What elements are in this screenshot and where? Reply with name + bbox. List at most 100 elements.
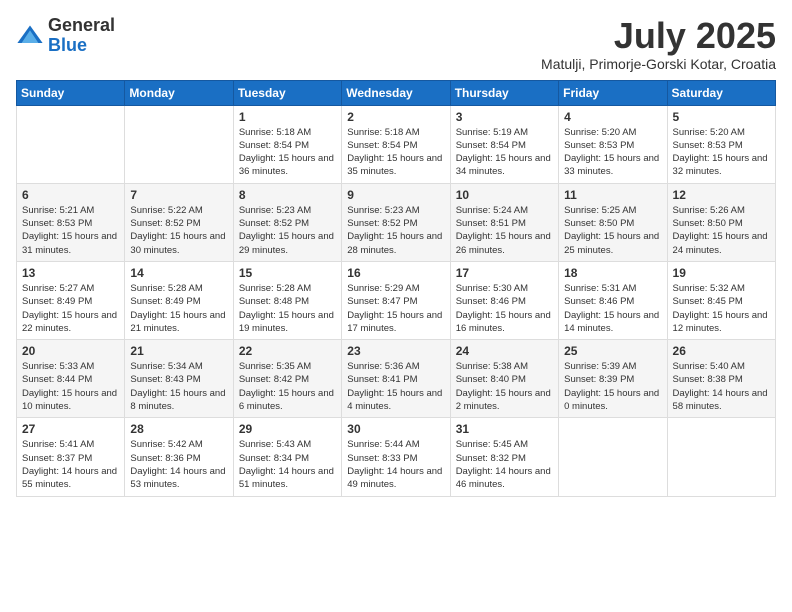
logo-text: General Blue bbox=[48, 16, 115, 56]
calendar-cell: 16 Sunrise: 5:29 AMSunset: 8:47 PMDayligh… bbox=[342, 261, 450, 339]
day-info: Sunrise: 5:31 AMSunset: 8:46 PMDaylight:… bbox=[564, 282, 661, 335]
calendar-cell: 4 Sunrise: 5:20 AMSunset: 8:53 PMDaylight… bbox=[559, 105, 667, 183]
calendar-cell: 8 Sunrise: 5:23 AMSunset: 8:52 PMDaylight… bbox=[233, 183, 341, 261]
day-info: Sunrise: 5:23 AMSunset: 8:52 PMDaylight:… bbox=[239, 204, 336, 257]
day-info: Sunrise: 5:34 AMSunset: 8:43 PMDaylight:… bbox=[130, 360, 227, 413]
day-number: 30 bbox=[347, 422, 444, 436]
calendar-cell bbox=[667, 418, 775, 496]
day-info: Sunrise: 5:28 AMSunset: 8:49 PMDaylight:… bbox=[130, 282, 227, 335]
calendar-cell: 18Sunrise: 5:31 AMSunset: 8:46 PMDayligh… bbox=[559, 261, 667, 339]
day-info: Sunrise: 5:18 AMSunset: 8:54 PMDaylight:… bbox=[239, 126, 336, 179]
calendar-cell: 13 Sunrise: 5:27 AMSunset: 8:49 PMDayligh… bbox=[17, 261, 125, 339]
day-info: Sunrise: 5:28 AMSunset: 8:48 PMDaylight:… bbox=[239, 282, 336, 335]
logo-general: General bbox=[48, 16, 115, 36]
calendar-cell: 10Sunrise: 5:24 AMSunset: 8:51 PMDayligh… bbox=[450, 183, 558, 261]
day-number: 23 bbox=[347, 344, 444, 358]
weekday-header: Sunday bbox=[17, 80, 125, 105]
day-info: Sunrise: 5:43 AMSunset: 8:34 PMDaylight:… bbox=[239, 438, 336, 491]
day-number: 5 bbox=[673, 110, 770, 124]
weekday-header: Friday bbox=[559, 80, 667, 105]
weekday-header: Monday bbox=[125, 80, 233, 105]
weekday-header: Wednesday bbox=[342, 80, 450, 105]
calendar-cell: 24Sunrise: 5:38 AMSunset: 8:40 PMDayligh… bbox=[450, 340, 558, 418]
day-info: Sunrise: 5:22 AMSunset: 8:52 PMDaylight:… bbox=[130, 204, 227, 257]
day-number: 2 bbox=[347, 110, 444, 124]
calendar-cell bbox=[559, 418, 667, 496]
day-info: Sunrise: 5:18 AMSunset: 8:54 PMDaylight:… bbox=[347, 126, 444, 179]
day-info: Sunrise: 5:35 AMSunset: 8:42 PMDaylight:… bbox=[239, 360, 336, 413]
day-number: 7 bbox=[130, 188, 227, 202]
calendar-cell: 6 Sunrise: 5:21 AMSunset: 8:53 PMDaylight… bbox=[17, 183, 125, 261]
calendar-table: SundayMondayTuesdayWednesdayThursdayFrid… bbox=[16, 80, 776, 497]
day-number: 9 bbox=[347, 188, 444, 202]
day-number: 24 bbox=[456, 344, 553, 358]
day-number: 8 bbox=[239, 188, 336, 202]
day-number: 4 bbox=[564, 110, 661, 124]
calendar-cell: 15 Sunrise: 5:28 AMSunset: 8:48 PMDayligh… bbox=[233, 261, 341, 339]
day-number: 17 bbox=[456, 266, 553, 280]
logo-icon bbox=[16, 22, 44, 50]
calendar-cell: 28 Sunrise: 5:42 AMSunset: 8:36 PMDayligh… bbox=[125, 418, 233, 496]
weekday-header: Thursday bbox=[450, 80, 558, 105]
day-number: 13 bbox=[22, 266, 119, 280]
calendar-cell: 25 Sunrise: 5:39 AMSunset: 8:39 PMDayligh… bbox=[559, 340, 667, 418]
day-number: 25 bbox=[564, 344, 661, 358]
day-number: 27 bbox=[22, 422, 119, 436]
day-number: 29 bbox=[239, 422, 336, 436]
day-info: Sunrise: 5:32 AMSunset: 8:45 PMDaylight:… bbox=[673, 282, 770, 335]
day-info: Sunrise: 5:45 AMSunset: 8:32 PMDaylight:… bbox=[456, 438, 553, 491]
day-info: Sunrise: 5:25 AMSunset: 8:50 PMDaylight:… bbox=[564, 204, 661, 257]
day-number: 14 bbox=[130, 266, 227, 280]
day-number: 31 bbox=[456, 422, 553, 436]
calendar-cell: 17 Sunrise: 5:30 AMSunset: 8:46 PMDayligh… bbox=[450, 261, 558, 339]
day-info: Sunrise: 5:19 AMSunset: 8:54 PMDaylight:… bbox=[456, 126, 553, 179]
day-number: 21 bbox=[130, 344, 227, 358]
calendar-cell: 7 Sunrise: 5:22 AMSunset: 8:52 PMDaylight… bbox=[125, 183, 233, 261]
calendar-cell bbox=[17, 105, 125, 183]
calendar-cell: 19Sunrise: 5:32 AMSunset: 8:45 PMDayligh… bbox=[667, 261, 775, 339]
day-number: 20 bbox=[22, 344, 119, 358]
calendar-cell: 23 Sunrise: 5:36 AMSunset: 8:41 PMDayligh… bbox=[342, 340, 450, 418]
calendar-cell: 27 Sunrise: 5:41 AMSunset: 8:37 PMDayligh… bbox=[17, 418, 125, 496]
calendar-cell: 1 Sunrise: 5:18 AMSunset: 8:54 PMDaylight… bbox=[233, 105, 341, 183]
day-number: 26 bbox=[673, 344, 770, 358]
day-info: Sunrise: 5:39 AMSunset: 8:39 PMDaylight:… bbox=[564, 360, 661, 413]
day-number: 6 bbox=[22, 188, 119, 202]
calendar-cell: 21 Sunrise: 5:34 AMSunset: 8:43 PMDayligh… bbox=[125, 340, 233, 418]
day-info: Sunrise: 5:40 AMSunset: 8:38 PMDaylight:… bbox=[673, 360, 770, 413]
title-block: July 2025 Matulji, Primorje-Gorski Kotar… bbox=[541, 16, 776, 72]
calendar-week-row: 27 Sunrise: 5:41 AMSunset: 8:37 PMDayligh… bbox=[17, 418, 776, 496]
day-info: Sunrise: 5:36 AMSunset: 8:41 PMDaylight:… bbox=[347, 360, 444, 413]
day-info: Sunrise: 5:30 AMSunset: 8:46 PMDaylight:… bbox=[456, 282, 553, 335]
calendar-cell: 31 Sunrise: 5:45 AMSunset: 8:32 PMDayligh… bbox=[450, 418, 558, 496]
weekday-header: Saturday bbox=[667, 80, 775, 105]
day-info: Sunrise: 5:24 AMSunset: 8:51 PMDaylight:… bbox=[456, 204, 553, 257]
day-info: Sunrise: 5:42 AMSunset: 8:36 PMDaylight:… bbox=[130, 438, 227, 491]
day-info: Sunrise: 5:21 AMSunset: 8:53 PMDaylight:… bbox=[22, 204, 119, 257]
day-info: Sunrise: 5:33 AMSunset: 8:44 PMDaylight:… bbox=[22, 360, 119, 413]
calendar-cell: 14 Sunrise: 5:28 AMSunset: 8:49 PMDayligh… bbox=[125, 261, 233, 339]
calendar-cell bbox=[125, 105, 233, 183]
day-info: Sunrise: 5:29 AMSunset: 8:47 PMDaylight:… bbox=[347, 282, 444, 335]
day-info: Sunrise: 5:44 AMSunset: 8:33 PMDaylight:… bbox=[347, 438, 444, 491]
calendar-cell: 29 Sunrise: 5:43 AMSunset: 8:34 PMDayligh… bbox=[233, 418, 341, 496]
day-info: Sunrise: 5:20 AMSunset: 8:53 PMDaylight:… bbox=[564, 126, 661, 179]
page-header: General Blue July 2025 Matulji, Primorje… bbox=[16, 16, 776, 72]
calendar-cell: 3Sunrise: 5:19 AMSunset: 8:54 PMDaylight… bbox=[450, 105, 558, 183]
day-info: Sunrise: 5:41 AMSunset: 8:37 PMDaylight:… bbox=[22, 438, 119, 491]
calendar-week-row: 6 Sunrise: 5:21 AMSunset: 8:53 PMDaylight… bbox=[17, 183, 776, 261]
calendar-week-row: 13 Sunrise: 5:27 AMSunset: 8:49 PMDayligh… bbox=[17, 261, 776, 339]
location-title: Matulji, Primorje-Gorski Kotar, Croatia bbox=[541, 56, 776, 72]
weekday-header: Tuesday bbox=[233, 80, 341, 105]
day-number: 15 bbox=[239, 266, 336, 280]
day-info: Sunrise: 5:27 AMSunset: 8:49 PMDaylight:… bbox=[22, 282, 119, 335]
day-info: Sunrise: 5:20 AMSunset: 8:53 PMDaylight:… bbox=[673, 126, 770, 179]
calendar-cell: 2 Sunrise: 5:18 AMSunset: 8:54 PMDaylight… bbox=[342, 105, 450, 183]
day-number: 1 bbox=[239, 110, 336, 124]
day-number: 28 bbox=[130, 422, 227, 436]
logo-blue: Blue bbox=[48, 36, 115, 56]
day-number: 22 bbox=[239, 344, 336, 358]
calendar-cell: 26 Sunrise: 5:40 AMSunset: 8:38 PMDayligh… bbox=[667, 340, 775, 418]
day-number: 16 bbox=[347, 266, 444, 280]
calendar-cell: 5 Sunrise: 5:20 AMSunset: 8:53 PMDaylight… bbox=[667, 105, 775, 183]
